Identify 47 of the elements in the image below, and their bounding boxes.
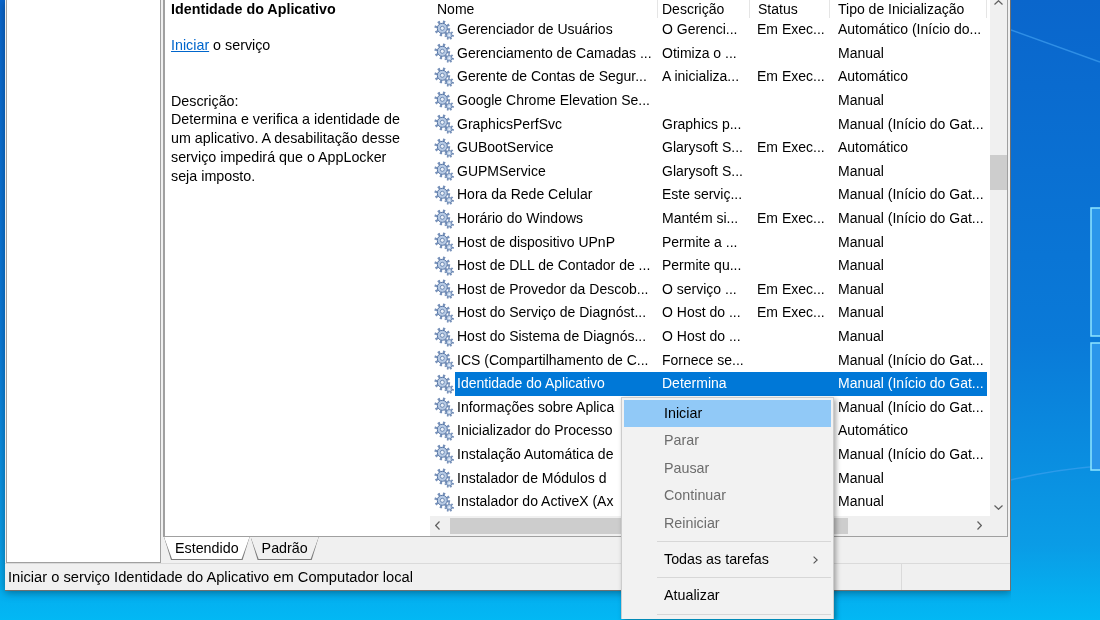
service-title: Identidade do Aplicativo [171,0,337,18]
description-text: Determina e verifica a identidade de um aplicativo. A desabilitação desse serviço impedirá que o AppLocker seja imposto. [171,110,401,186]
service-status: Em Exec... [757,67,825,87]
startup-type: Manual [838,91,884,111]
service-description: O serviço ... [662,279,737,299]
startup-type: Manual [838,327,884,346]
startup-type: Manual (Início do Gat... [838,209,984,229]
service-description: Este serviç... [662,185,743,205]
service-description: Glarysoft S... [662,161,743,181]
startup-type: Manual [838,303,884,323]
service-status: Em Exec... [757,209,825,229]
service-status: Em Exec... [757,20,825,40]
service-description: O Gerenci... [662,20,738,40]
service-description: O Host do ... [662,303,741,323]
service-description: A inicializa... [662,67,740,87]
startup-type: Manual (Início do Gat... [838,185,984,205]
startup-type: Manual (Início do Gat... [838,350,984,370]
startup-type: Automático [838,67,909,87]
startup-type: Manual [838,279,884,299]
service-status: Em Exec... [757,303,825,323]
startup-type: Manual (Início do Gat... [838,397,984,417]
status-text: Iniciar o serviço Identidade do Aplicativo em Computador local [8,567,413,587]
startup-type: Manual (Início do Gat... [838,114,984,134]
service-status: Em Exec... [757,279,825,299]
startup-type: Manual [838,43,884,63]
service-description: Otimiza o ... [662,43,737,63]
description-label: Descrição: [171,92,240,110]
startup-type: Automático (Início do... [838,20,982,40]
startup-type: Manual (Início do Gat... [838,374,984,394]
startup-type: Automático [838,138,909,158]
service-description: Fornece se... [662,350,744,370]
start-service-text: Iniciar o serviço [171,36,272,54]
startup-type: Manual [838,492,884,512]
service-description: Determina [662,374,727,394]
startup-type: Manual (Início do Gat... [838,445,984,464]
service-status: Em Exec... [757,138,825,158]
startup-type: Manual [838,256,884,276]
service-description: Glarysoft S... [662,138,743,158]
startup-type: Manual [838,232,884,252]
startup-type: Automático [838,421,909,441]
service-description: Graphics p... [662,114,742,134]
service-description: Permite a ... [662,232,738,252]
startup-type: Manual [838,468,884,488]
service-description: Permite qu... [662,256,742,276]
startup-type: Manual [838,161,884,181]
service-description: O Host do ... [662,327,741,346]
service-description: Mantém si... [662,209,739,229]
